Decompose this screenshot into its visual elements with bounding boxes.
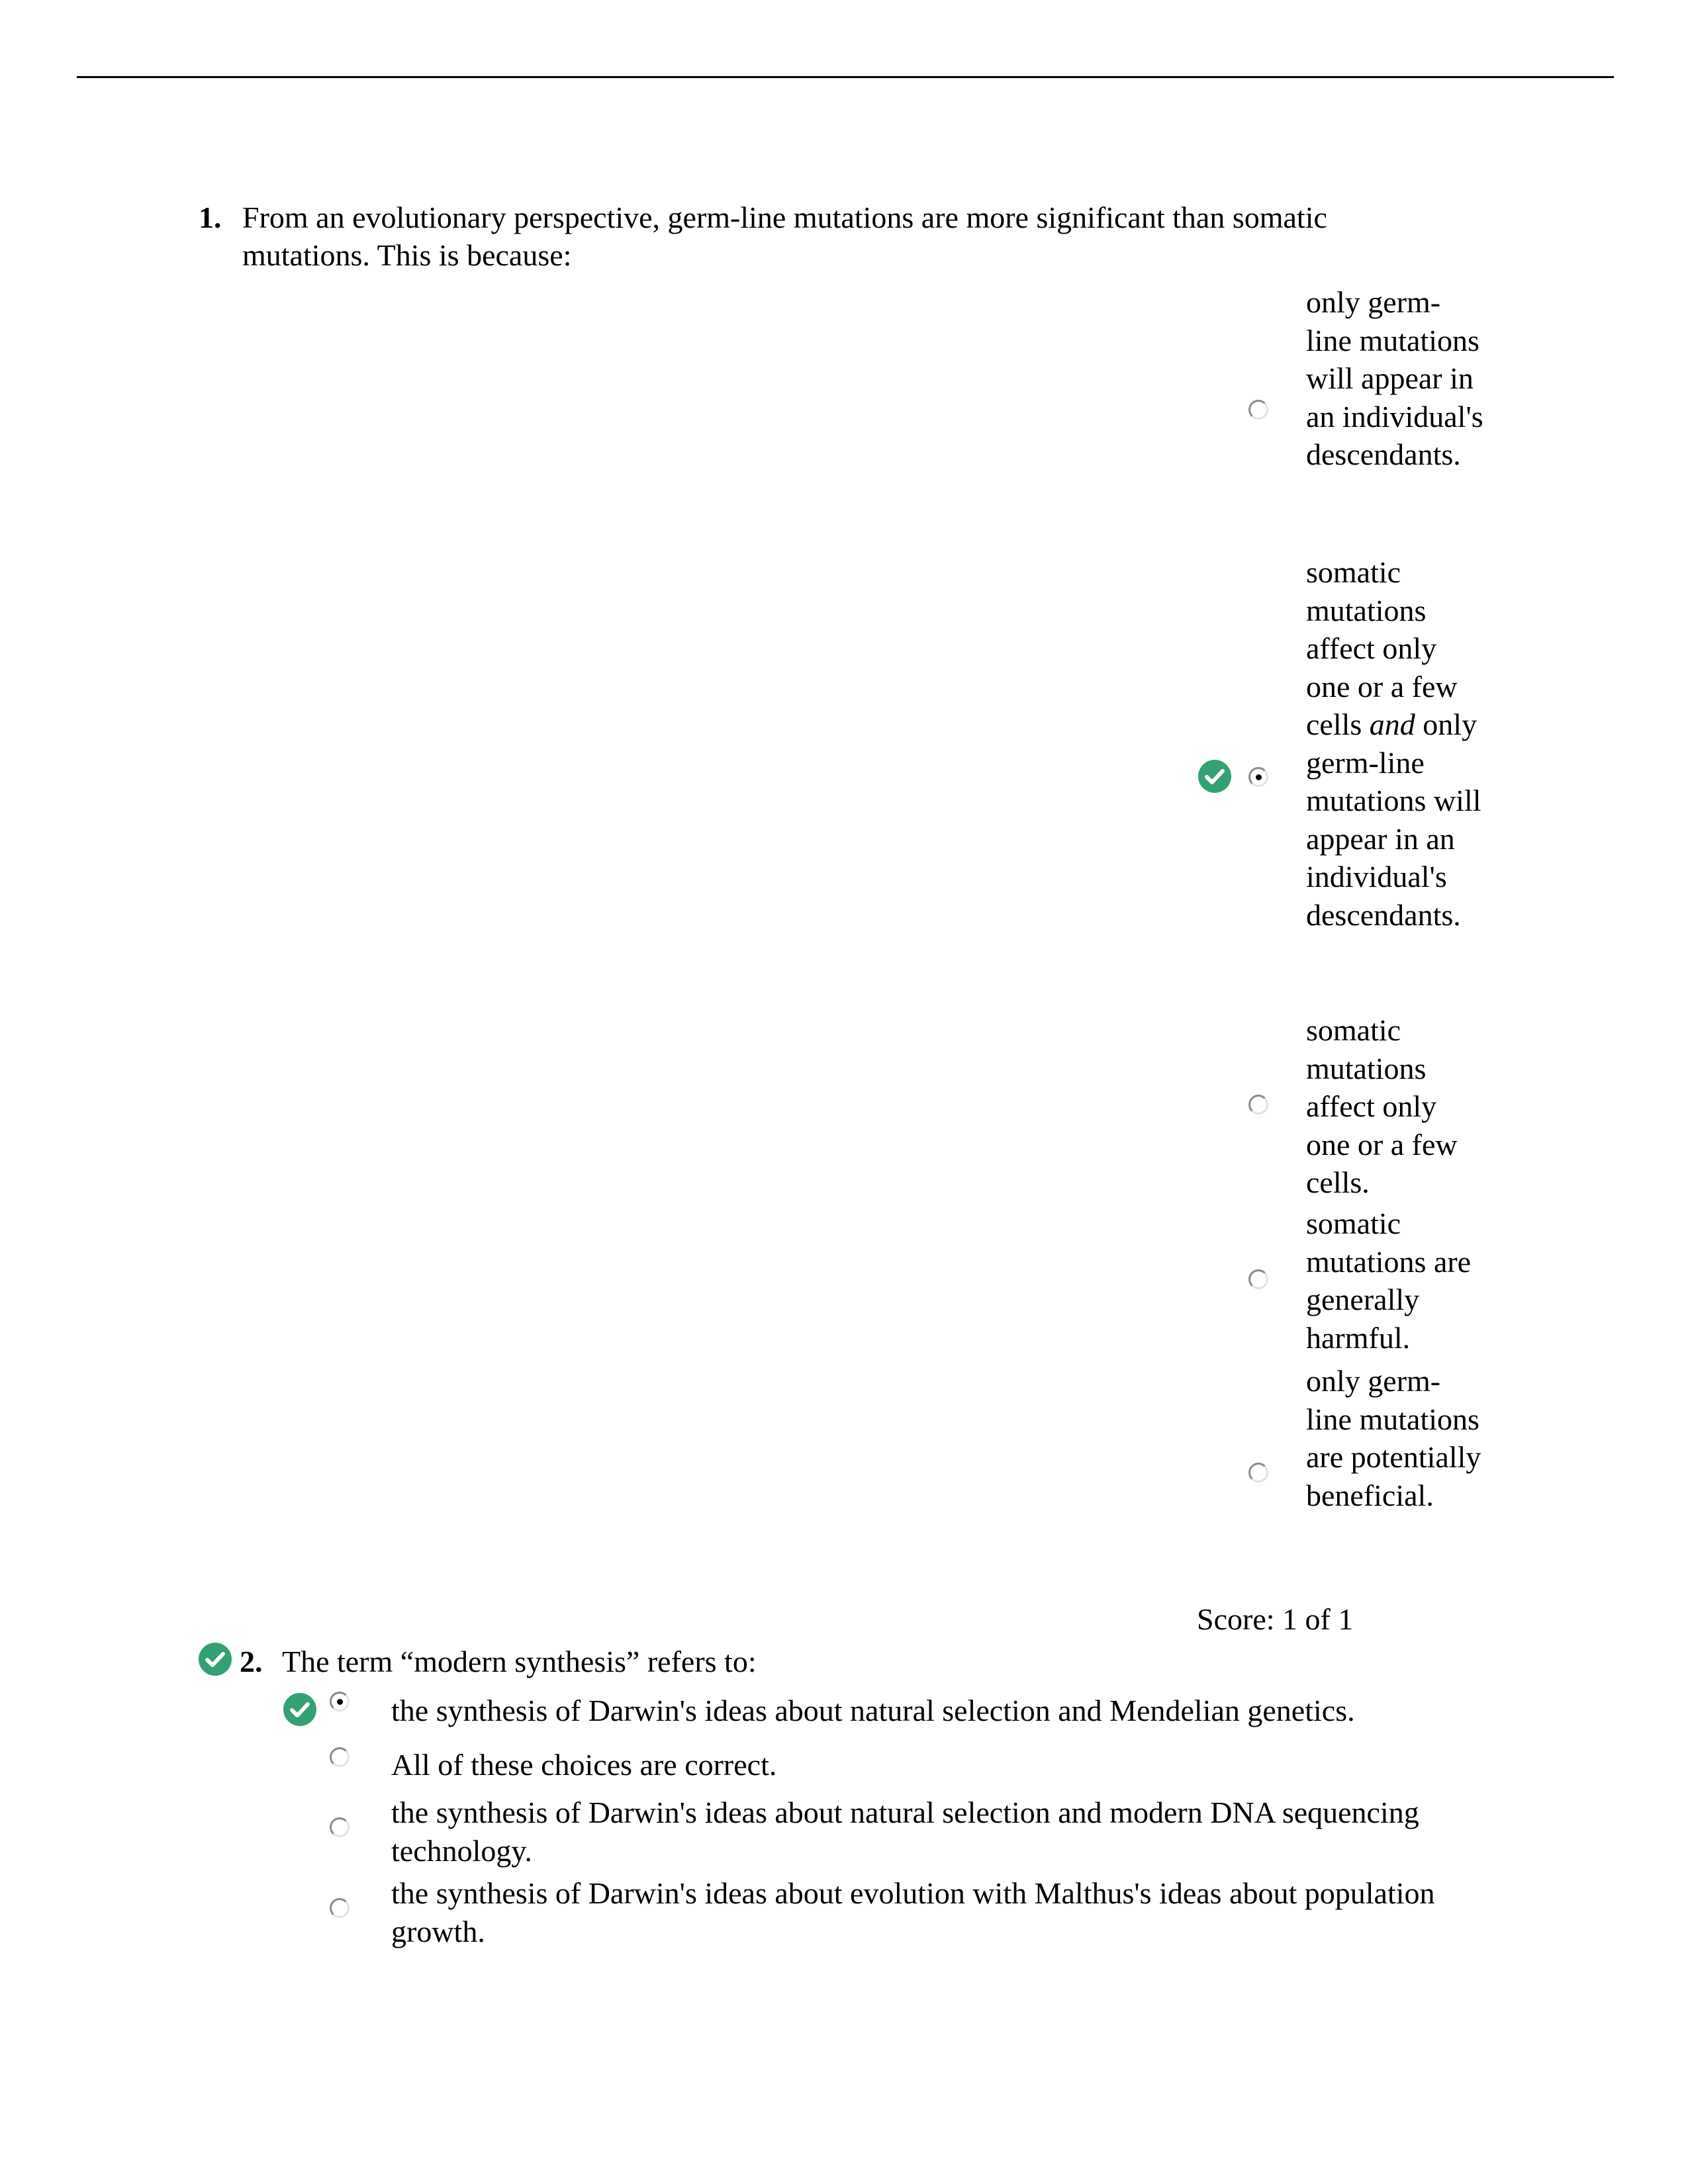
answer-option[interactable]: only germ-line mutations will appear in … xyxy=(1185,283,1489,548)
option-text: only germ-line mutations will appear in … xyxy=(1306,285,1483,471)
answer-option[interactable]: somatic mutations affect only one or a f… xyxy=(1185,1011,1489,1203)
radio-button-icon[interactable] xyxy=(1248,400,1268,420)
option-text: the synthesis of Darwin's ideas about ev… xyxy=(391,1876,1435,1948)
check-circle-icon xyxy=(1198,760,1231,793)
check-circle-icon xyxy=(283,1693,316,1726)
option-text: the synthesis of Darwin's ideas about na… xyxy=(391,1796,1419,1868)
question-text: From an evolutionary perspective, germ-l… xyxy=(242,201,1327,272)
radio-button-icon[interactable] xyxy=(1248,1095,1268,1115)
option-text: somatic mutations affect only one or a f… xyxy=(1306,553,1485,934)
radio-button-icon[interactable] xyxy=(1248,767,1268,787)
option-text: somatic mutations are generally harmful. xyxy=(1306,1206,1472,1355)
answer-option[interactable]: the synthesis of Darwin's ideas about na… xyxy=(283,1794,1475,1872)
answer-option[interactable]: the synthesis of Darwin's ideas about ev… xyxy=(283,1874,1475,1952)
question-number: 2. xyxy=(240,1645,263,1678)
option-text: somatic mutations affect only one or a f… xyxy=(1306,1013,1458,1199)
option-text: All of these choices are correct. xyxy=(391,1748,777,1782)
option-text: only germ-line mutations are potentially… xyxy=(1306,1364,1481,1512)
answer-option-selected[interactable]: the synthesis of Darwin's ideas about na… xyxy=(283,1692,1475,1731)
radio-button-icon[interactable] xyxy=(330,1898,350,1918)
check-circle-icon xyxy=(199,1643,232,1676)
answer-option[interactable]: only germ-line mutations are potentially… xyxy=(1185,1362,1489,1594)
radio-button-icon[interactable] xyxy=(330,1747,350,1767)
radio-button-icon[interactable] xyxy=(1248,1269,1268,1289)
question-text: The term “modern synthesis” refers to: xyxy=(282,1645,757,1678)
answer-option-selected[interactable]: somatic mutations affect only one or a f… xyxy=(1185,553,1489,1010)
top-divider xyxy=(77,76,1614,78)
radio-button-icon[interactable] xyxy=(1248,1463,1268,1482)
answer-option[interactable]: All of these choices are correct. xyxy=(283,1746,1475,1786)
radio-button-icon[interactable] xyxy=(330,1817,350,1837)
option-text-italic: and xyxy=(1369,707,1415,741)
score-label: Score: 1 of 1 xyxy=(1197,1602,1354,1636)
question-stem: 1. From an evolutionary perspective, ger… xyxy=(199,199,1456,274)
answer-option[interactable]: somatic mutations are generally harmful. xyxy=(1185,1205,1489,1361)
option-text: the synthesis of Darwin's ideas about na… xyxy=(391,1694,1355,1727)
question-number: 1. xyxy=(199,201,222,234)
radio-button-icon[interactable] xyxy=(330,1692,350,1711)
